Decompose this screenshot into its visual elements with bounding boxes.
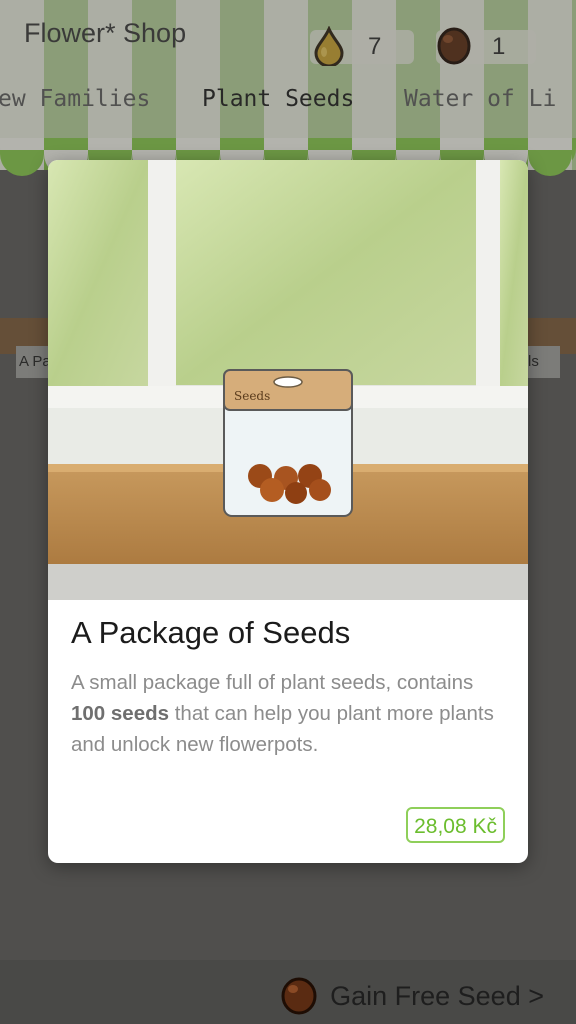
modal-title: A Package of Seeds: [71, 615, 351, 650]
desc-text-1: A small package full of plant seeds, con…: [71, 671, 474, 694]
modal-description: A small package full of plant seeds, con…: [71, 667, 511, 760]
gain-free-seed-button[interactable]: Gain Free Seed >: [280, 976, 544, 1016]
svg-text:Seeds: Seeds: [234, 389, 270, 403]
seed-icon: [281, 977, 317, 1015]
buy-price-button[interactable]: 28,08 Kč: [406, 807, 505, 843]
product-image: Seeds: [48, 160, 528, 600]
desc-bold: 100 seeds: [71, 702, 170, 725]
gain-free-seed-label: Gain Free Seed >: [330, 980, 544, 1011]
product-modal: Seeds A Package of Seeds A small package…: [48, 160, 528, 863]
seed-package-illustration: Seeds: [223, 369, 353, 517]
